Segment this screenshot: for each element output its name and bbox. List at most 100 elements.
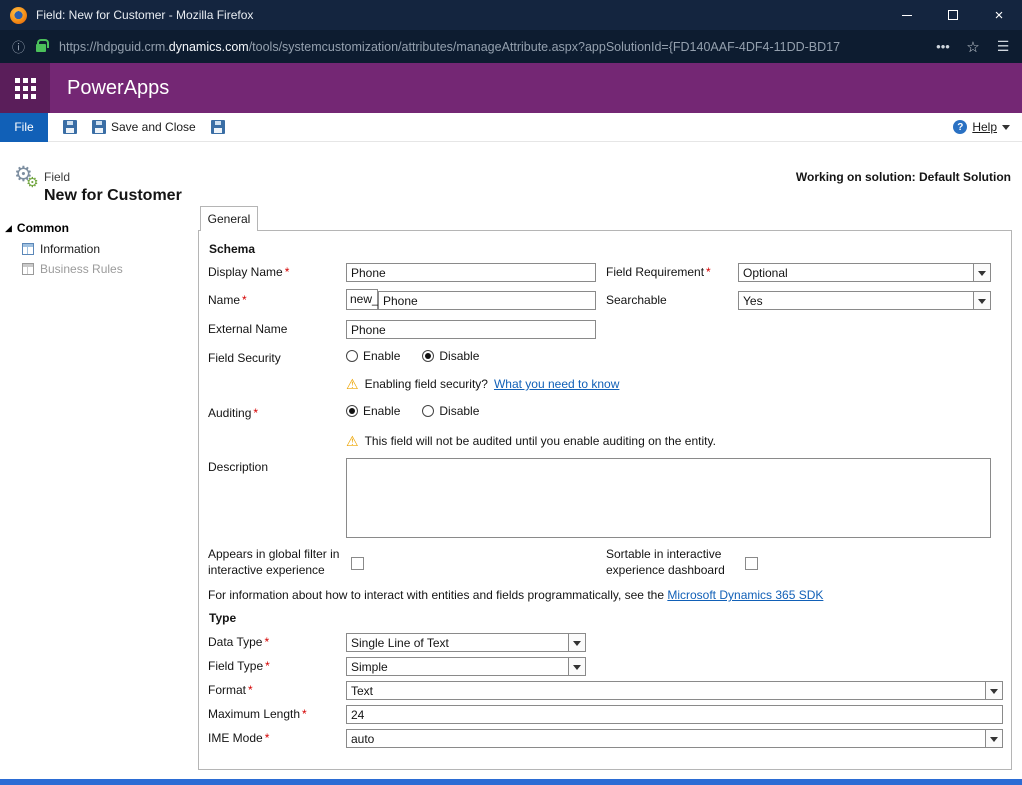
required-asterisk: * [302, 707, 307, 721]
tab-general[interactable]: General [200, 206, 258, 231]
field-type-label: Field Type* [208, 659, 270, 675]
auditing-label: Auditing* [208, 406, 258, 422]
field-security-disable-label: Disable [439, 349, 479, 363]
save-and-new-button[interactable] [211, 120, 225, 134]
dynamics-365-sdk-link[interactable]: Microsoft Dynamics 365 SDK [667, 588, 823, 602]
url-domain: dynamics.com [169, 40, 249, 54]
business-rules-icon [22, 263, 34, 275]
file-menu-button[interactable]: File [0, 113, 48, 142]
page-actions-icon[interactable]: ••• [928, 39, 958, 54]
description-textarea[interactable] [346, 458, 991, 538]
field-requirement-select[interactable]: Optional [738, 263, 991, 282]
field-security-disable-radio[interactable] [422, 350, 434, 362]
maximize-button[interactable] [930, 0, 976, 30]
save-button[interactable] [63, 120, 77, 134]
name-input[interactable] [378, 291, 596, 310]
global-filter-label: Appears in global filter in interactive … [208, 547, 350, 578]
dropdown-arrow-icon[interactable] [568, 634, 585, 651]
required-asterisk: * [265, 659, 270, 673]
powerapps-header: PowerApps [0, 63, 1022, 113]
minimize-icon [902, 15, 912, 16]
address-bar[interactable]: https://hdpguid.crm.dynamics.com/tools/s… [59, 40, 928, 54]
save-and-close-button[interactable]: Save and Close [92, 120, 196, 134]
window-controls: × [884, 0, 1022, 30]
warning-icon: ⚠ [346, 377, 359, 391]
maximum-length-input[interactable] [346, 705, 1003, 724]
close-icon: × [995, 8, 1004, 23]
help-icon: ? [953, 120, 967, 134]
chevron-down-icon [1002, 125, 1010, 134]
command-toolbar: File Save and Close ? Help [0, 113, 1022, 142]
url-protocol-host: https://hdpguid.crm. [59, 40, 169, 54]
type-section-heading: Type [209, 611, 236, 625]
bottom-accent-bar [0, 779, 1022, 785]
bookmark-star-icon[interactable]: ☆ [958, 38, 988, 56]
auditing-enable-radio[interactable] [346, 405, 358, 417]
close-button[interactable]: × [976, 0, 1022, 30]
auditing-disable-radio[interactable] [422, 405, 434, 417]
dropdown-arrow-icon[interactable] [568, 658, 585, 675]
sdk-note-text: For information about how to interact wi… [208, 588, 667, 602]
what-you-need-to-know-link[interactable]: What you need to know [494, 377, 619, 391]
minimize-button[interactable] [884, 0, 930, 30]
main-area: ⚙ ⚙ Field New for Customer Working on so… [0, 142, 1022, 779]
dropdown-arrow-icon[interactable] [973, 264, 990, 281]
required-asterisk: * [264, 635, 269, 649]
required-asterisk: * [285, 265, 290, 279]
field-security-enable-radio[interactable] [346, 350, 358, 362]
sidebar-item-business-rules[interactable]: Business Rules [22, 262, 123, 276]
dropdown-arrow-icon[interactable] [985, 682, 1002, 699]
auditing-radios: Enable Disable [346, 404, 501, 418]
required-asterisk: * [706, 265, 711, 279]
maximize-icon [948, 10, 958, 20]
description-label: Description [208, 460, 268, 476]
dropdown-arrow-icon[interactable] [973, 292, 990, 309]
field-security-enable-label: Enable [363, 349, 400, 363]
lock-icon[interactable] [36, 44, 46, 52]
save-and-new-icon [211, 120, 225, 134]
data-type-value: Single Line of Text [347, 634, 568, 651]
field-requirement-label: Field Requirement* [606, 265, 711, 281]
working-on-solution-label: Working on solution: Default Solution [796, 170, 1011, 184]
field-requirement-value: Optional [739, 264, 973, 281]
page-info-icon[interactable]: ⓘ [12, 37, 25, 56]
field-security-label: Field Security [208, 351, 281, 367]
external-name-input[interactable] [346, 320, 596, 339]
name-prefix-box: new_ [346, 289, 378, 310]
ime-mode-label: IME Mode* [208, 731, 269, 747]
help-menu[interactable]: ? Help [953, 120, 1010, 134]
field-type-select[interactable]: Simple [346, 657, 586, 676]
sidebar-item-information[interactable]: Information [22, 242, 100, 256]
field-entity-icon: ⚙ ⚙ [14, 164, 44, 194]
window-titlebar: Field: New for Customer - Mozilla Firefo… [0, 0, 1022, 30]
auditing-enable-label: Enable [363, 404, 400, 418]
save-and-close-icon [92, 120, 106, 134]
searchable-select[interactable]: Yes [738, 291, 991, 310]
app-launcher-button[interactable] [0, 63, 50, 113]
ime-mode-value: auto [347, 730, 985, 747]
auditing-warning: ⚠ This field will not be audited until y… [346, 434, 716, 448]
display-name-input[interactable] [346, 263, 596, 282]
format-label: Format* [208, 683, 253, 699]
sortable-checkbox[interactable] [745, 557, 758, 570]
searchable-label: Searchable [606, 293, 667, 309]
hamburger-menu-icon[interactable]: ☰ [988, 38, 1018, 55]
ime-mode-select[interactable]: auto [346, 729, 1003, 748]
warning-icon: ⚠ [346, 434, 359, 448]
display-name-label: Display Name* [208, 265, 289, 281]
sidebar-group-label: Common [17, 221, 69, 235]
format-select[interactable]: Text [346, 681, 1003, 700]
field-security-radios: Enable Disable [346, 349, 501, 363]
sdk-note: For information about how to interact wi… [208, 588, 823, 602]
data-type-select[interactable]: Single Line of Text [346, 633, 586, 652]
app-title: PowerApps [67, 77, 169, 100]
sortable-label: Sortable in interactive experience dashb… [606, 547, 731, 578]
firefox-icon [10, 7, 27, 24]
save-icon [63, 120, 77, 134]
required-asterisk: * [253, 406, 258, 420]
sidebar-group-common[interactable]: ◢ Common [5, 221, 69, 235]
gear-small-icon: ⚙ [26, 175, 39, 189]
dropdown-arrow-icon[interactable] [985, 730, 1002, 747]
global-filter-checkbox[interactable] [351, 557, 364, 570]
field-type-value: Simple [347, 658, 568, 675]
